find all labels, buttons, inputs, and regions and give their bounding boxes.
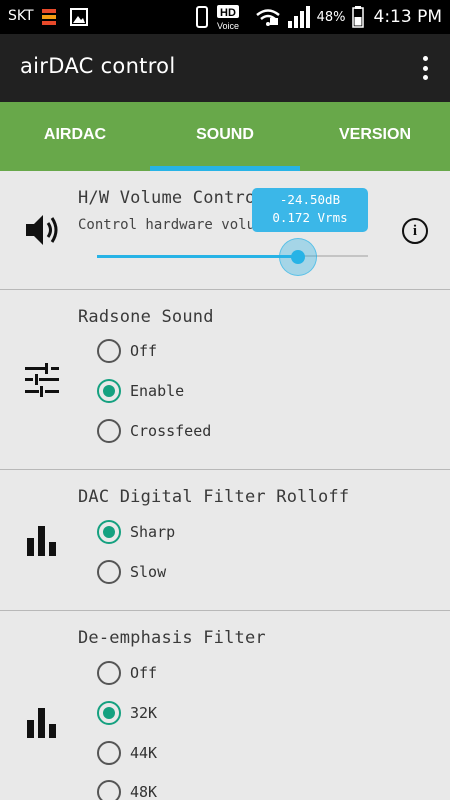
radio-label: 32K bbox=[130, 704, 158, 722]
volume-slider[interactable] bbox=[97, 254, 368, 258]
bar-chart-icon bbox=[27, 708, 56, 738]
radio-label: Off bbox=[130, 342, 158, 360]
radio-button[interactable] bbox=[97, 339, 121, 363]
overflow-dot-icon bbox=[422, 65, 428, 71]
status-icons: HD Voice 48% 4:13 PM bbox=[195, 0, 442, 34]
deemphasis-option-off[interactable]: Off bbox=[97, 660, 157, 686]
overflow-dot-icon bbox=[422, 56, 428, 61]
rolloff-option-sharp[interactable]: Sharp bbox=[97, 519, 175, 545]
radsone-section bbox=[0, 290, 450, 470]
deemphasis-option-44k[interactable]: 44K bbox=[97, 740, 157, 766]
deemphasis-title: De-emphasis Filter bbox=[78, 628, 266, 648]
volume-title: H/W Volume Control bbox=[78, 188, 266, 208]
carrier-label: SKT bbox=[8, 8, 34, 24]
radio-label: Enable bbox=[130, 382, 185, 400]
notification-icon bbox=[42, 9, 56, 25]
tab-sound[interactable]: SOUND bbox=[150, 102, 300, 171]
equalizer-sliders-icon bbox=[25, 363, 59, 397]
hd-voice-icon: HD Voice bbox=[216, 5, 239, 30]
rolloff-option-slow[interactable]: Slow bbox=[97, 559, 166, 585]
radio-button[interactable] bbox=[97, 379, 121, 403]
volume-db-value: -24.50dB bbox=[279, 192, 341, 207]
radsone-title: Radsone Sound bbox=[78, 307, 214, 327]
tab-version[interactable]: VERSION bbox=[300, 102, 450, 171]
overflow-menu-button[interactable] bbox=[418, 54, 432, 82]
radio-label: Sharp bbox=[130, 523, 176, 541]
radio-button[interactable] bbox=[97, 780, 121, 800]
volume-subtitle: Control hardware volume bbox=[78, 217, 272, 233]
radio-button[interactable] bbox=[97, 419, 121, 443]
app-title: airDAC control bbox=[20, 54, 176, 78]
radio-button[interactable] bbox=[97, 741, 121, 765]
volume-slider-thumb[interactable] bbox=[290, 250, 305, 264]
status-bar: SKT HD Voice 48% 4:13 PM bbox=[0, 0, 450, 34]
radsone-option-off[interactable]: Off bbox=[97, 338, 157, 364]
app-bar: airDAC control bbox=[0, 34, 450, 102]
deemphasis-option-48k[interactable]: 48K bbox=[97, 779, 157, 800]
tab-bar: AIRDAC SOUND VERSION bbox=[0, 102, 450, 171]
volume-vrms-value: 0.172 Vrms bbox=[272, 210, 348, 225]
clock: 4:13 PM bbox=[373, 7, 443, 27]
info-icon: i bbox=[412, 222, 418, 239]
gallery-icon bbox=[70, 8, 88, 26]
overflow-dot-icon bbox=[422, 75, 428, 80]
vibrate-icon bbox=[195, 6, 208, 28]
volume-slider-fill bbox=[97, 254, 298, 258]
radio-label: Slow bbox=[130, 563, 167, 581]
radio-label: 44K bbox=[130, 744, 158, 762]
battery-percent: 48% bbox=[316, 9, 346, 25]
svg-text:Voice: Voice bbox=[217, 21, 239, 30]
radio-label: 48K bbox=[130, 783, 158, 800]
radio-button[interactable] bbox=[97, 701, 121, 725]
radio-label: Crossfeed bbox=[130, 422, 212, 440]
svg-text:HD: HD bbox=[220, 7, 236, 19]
radio-button[interactable] bbox=[97, 520, 121, 544]
wifi-icon bbox=[255, 9, 280, 26]
info-button[interactable]: i bbox=[402, 218, 428, 244]
rolloff-title: DAC Digital Filter Rolloff bbox=[78, 487, 350, 507]
speaker-icon bbox=[26, 215, 58, 245]
deemphasis-option-32k[interactable]: 32K bbox=[97, 700, 157, 726]
radio-label: Off bbox=[130, 664, 158, 682]
bar-chart-icon bbox=[27, 526, 56, 556]
radio-button[interactable] bbox=[97, 661, 121, 685]
volume-tooltip: -24.50dB 0.172 Vrms bbox=[252, 188, 368, 232]
radsone-option-crossfeed[interactable]: Crossfeed bbox=[97, 418, 211, 444]
radio-button[interactable] bbox=[97, 560, 121, 584]
tab-airdac[interactable]: AIRDAC bbox=[0, 102, 150, 171]
signal-icon bbox=[287, 6, 310, 28]
radsone-option-enable[interactable]: Enable bbox=[97, 378, 184, 404]
battery-icon bbox=[351, 6, 364, 28]
